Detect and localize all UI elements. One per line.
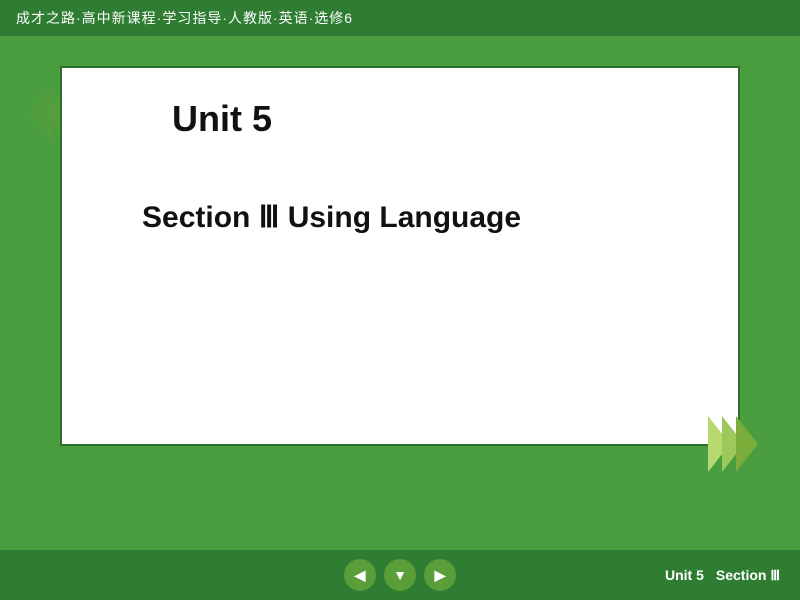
header-bar: 成才之路·高中新课程·学习指导·人教版·英语·选修6 (0, 0, 800, 36)
content-box: Unit 5 Section Ⅲ Using Language (60, 66, 740, 446)
nav-bar: ◀ ▼ ▶ Unit 5 Section Ⅲ (0, 550, 800, 600)
main-content: Unit 5 Section Ⅲ Using Language ◀ ▼ ▶ Un… (0, 36, 800, 600)
right-decoration (716, 416, 758, 472)
header-title: 成才之路·高中新课程·学习指导·人教版·英语·选修6 (16, 8, 353, 28)
nav-section-label: Section Ⅲ (716, 567, 780, 584)
section-title: Section Ⅲ Using Language (142, 200, 521, 235)
next-button[interactable]: ▶ (424, 559, 456, 591)
chevron-right-3 (736, 416, 758, 472)
nav-unit-label: Unit 5 (665, 567, 704, 584)
unit-title: Unit 5 (172, 98, 272, 140)
home-button[interactable]: ▼ (384, 559, 416, 591)
nav-info: Unit 5 Section Ⅲ (665, 567, 780, 584)
prev-button[interactable]: ◀ (344, 559, 376, 591)
nav-buttons: ◀ ▼ ▶ (344, 559, 456, 591)
